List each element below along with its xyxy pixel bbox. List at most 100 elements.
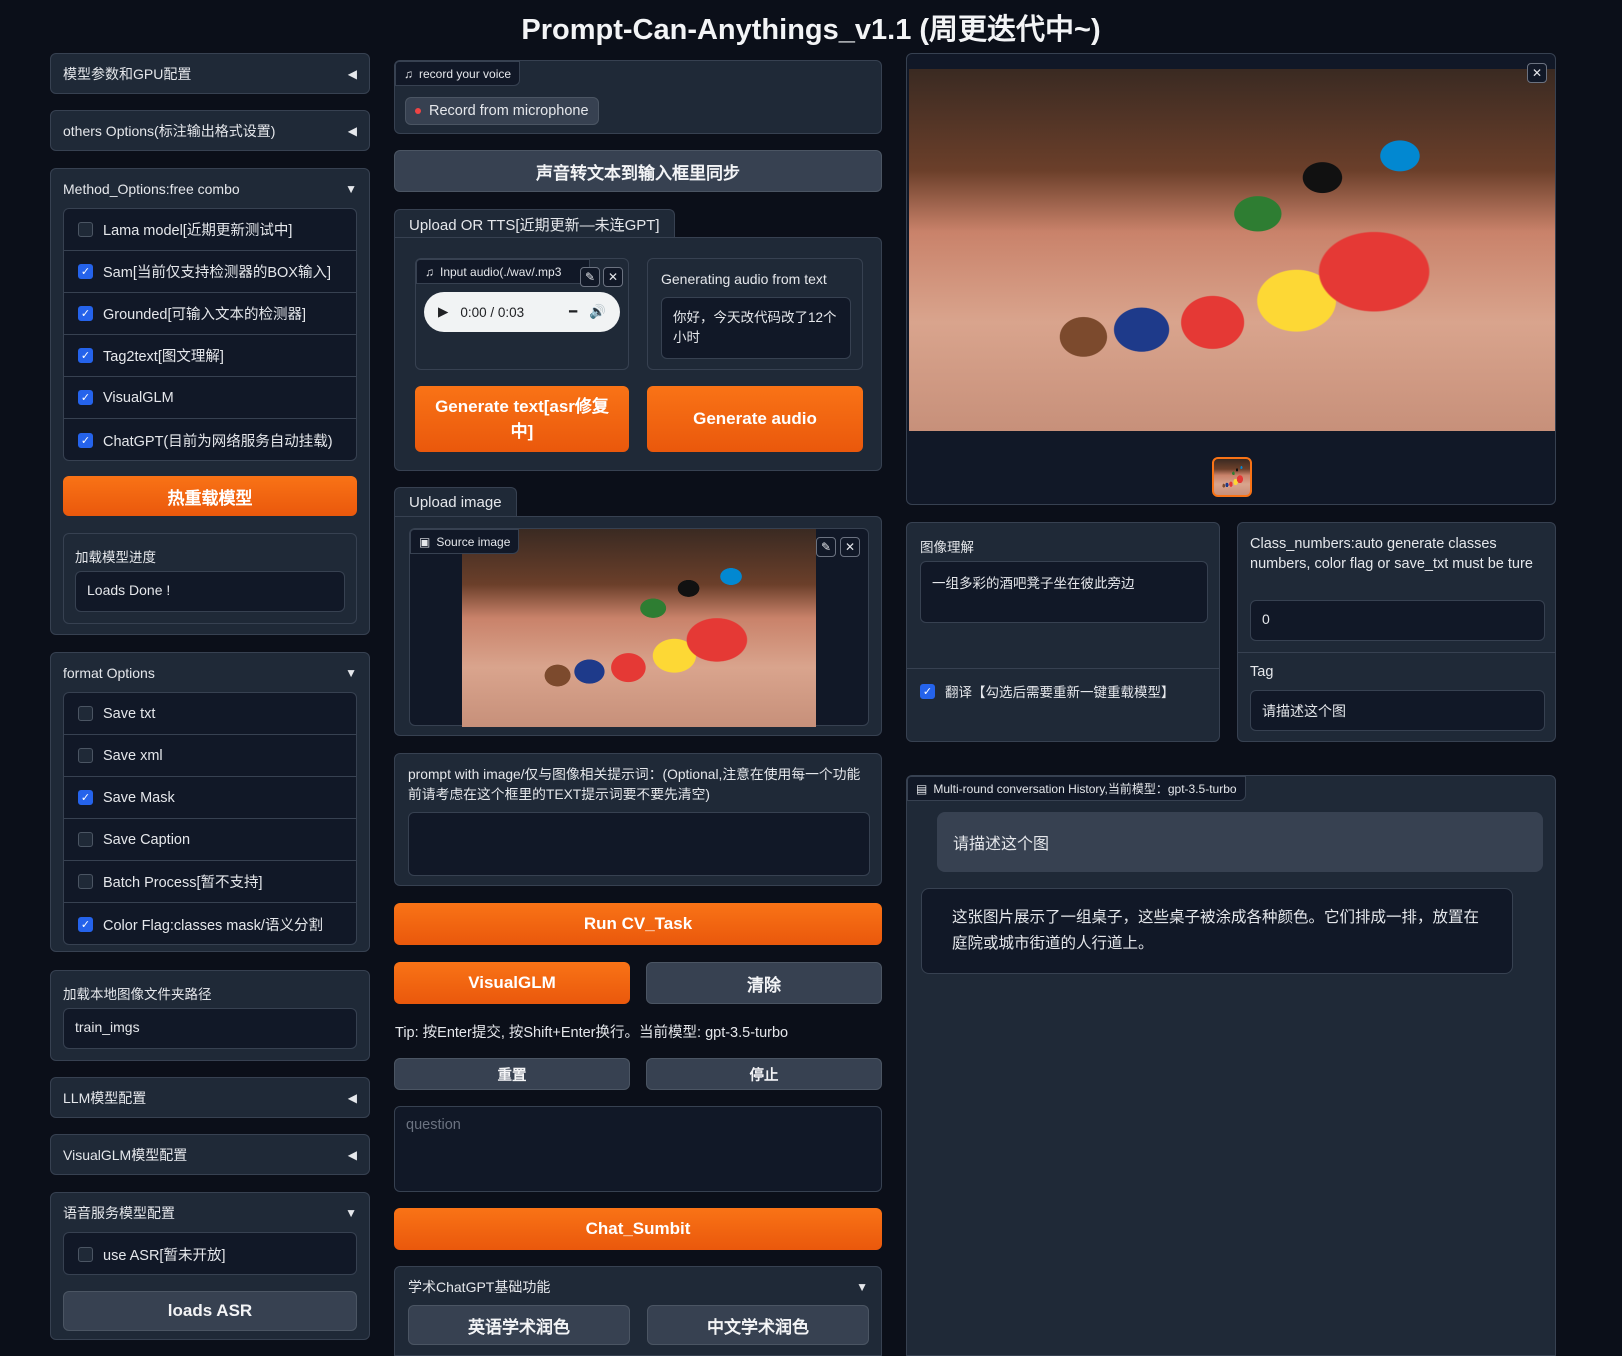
accordion-llm-config[interactable]: LLM模型配置 ◀ <box>50 1077 370 1118</box>
understanding-label: 图像理解 <box>920 540 974 555</box>
chinese-polish-button[interactable]: 中文学术润色 <box>647 1305 869 1345</box>
generate-text-button[interactable]: Generate text[asr修复中] <box>415 386 629 452</box>
checkbox-save-caption[interactable]: Save Caption <box>64 819 356 861</box>
checkbox-box[interactable] <box>78 222 93 237</box>
collapsed-triangle-icon: ◀ <box>347 1147 357 1162</box>
checkbox-grounded[interactable]: Grounded[可输入文本的检测器] <box>64 293 356 335</box>
generate-audio-button[interactable]: Generate audio <box>647 386 863 452</box>
checkbox-save-xml[interactable]: Save xml <box>64 735 356 777</box>
checkbox-box-checked[interactable] <box>78 348 93 363</box>
checkbox-box-checked[interactable] <box>78 790 93 805</box>
checkbox-box[interactable] <box>78 706 93 721</box>
record-dot-icon <box>415 108 421 114</box>
upload-image-panel: ▣ Source image ✎ ✕ <box>394 516 882 736</box>
expanded-triangle-icon: ▼ <box>345 1206 357 1220</box>
format-options-panel: format Options ▼ Save txt Save xml Save … <box>50 652 370 952</box>
checkbox-save-mask[interactable]: Save Mask <box>64 777 356 819</box>
play-icon[interactable]: ▶ <box>438 304 448 320</box>
close-icon[interactable]: ✕ <box>840 537 860 557</box>
load-progress-block: 加载模型进度 Loads Done ! <box>63 533 357 624</box>
source-image-chairs <box>462 529 816 727</box>
format-options-header[interactable]: format Options ▼ <box>51 653 369 693</box>
accordion-label: others Options(标注输出格式设置) <box>63 122 276 139</box>
checkbox-tag2text[interactable]: Tag2text[图文理解] <box>64 335 356 377</box>
clear-button[interactable]: 清除 <box>646 962 882 1004</box>
class-numbers-label: Class_numbers:auto generate classes numb… <box>1250 536 1533 573</box>
visualglm-button[interactable]: VisualGLM <box>394 962 630 1004</box>
tab-upload-tts[interactable]: Upload OR TTS[近期更新—未连GPT] <box>394 209 675 238</box>
checkbox-chatgpt[interactable]: ChatGPT(目前为网络服务自动挂载) <box>64 419 356 461</box>
checkbox-translate[interactable]: 翻译【勾选后需要重新一键重载模型】 <box>920 681 1175 701</box>
accordion-others-options[interactable]: others Options(标注输出格式设置) ◀ <box>50 110 370 151</box>
academic-header[interactable]: 学术ChatGPT基础功能 ▼ <box>395 1267 881 1307</box>
gallery-thumbnail[interactable] <box>1212 457 1252 497</box>
hot-reload-button[interactable]: 热重载模型 <box>63 476 357 516</box>
checkbox-box-checked[interactable] <box>920 683 935 699</box>
chat-message-user: 请描述这个图 <box>937 812 1543 872</box>
tip-text: Tip: 按Enter提交, 按Shift+Enter换行。当前模型: gpt-… <box>395 1025 789 1041</box>
chat-submit-button[interactable]: Chat_Sumbit <box>394 1208 882 1250</box>
accordion-label: 语音服务模型配置 <box>63 1205 175 1221</box>
stop-button[interactable]: 停止 <box>646 1058 882 1090</box>
edit-icon[interactable]: ✎ <box>580 267 600 287</box>
checkbox-save-txt[interactable]: Save txt <box>64 693 356 735</box>
checkbox-sam[interactable]: Sam[当前仅支持检测器的BOX输入] <box>64 251 356 293</box>
volume-icon[interactable]: 🔊 <box>589 304 606 320</box>
expanded-triangle-icon: ▼ <box>345 666 357 680</box>
question-input[interactable]: question <box>394 1106 882 1192</box>
progress-value: Loads Done ! <box>75 571 345 612</box>
checkbox-box[interactable] <box>78 874 93 889</box>
audio-player[interactable]: ▶ 0:00 / 0:03 ━ 🔊 <box>424 292 620 332</box>
edit-icon[interactable]: ✎ <box>816 537 836 557</box>
page-title: Prompt-Can-Anythings_v1.1 (周更迭代中~) <box>521 14 1101 46</box>
checkbox-box-checked[interactable] <box>78 916 93 932</box>
method-options-header[interactable]: Method_Options:free combo ▼ <box>51 169 369 209</box>
checkbox-box[interactable] <box>78 748 93 763</box>
tts-label: Generating audio from text <box>661 271 827 287</box>
folder-path-input[interactable]: train_imgs <box>63 1008 357 1049</box>
checkbox-box[interactable] <box>78 1246 93 1262</box>
history-tag: ▤ Multi-round conversation History,当前模型：… <box>907 776 1246 801</box>
checkbox-batch-process[interactable]: Batch Process[暂不支持] <box>64 861 356 903</box>
understanding-output: 一组多彩的酒吧凳子坐在彼此旁边 <box>920 561 1208 623</box>
conversation-history-panel: ▤ Multi-round conversation History,当前模型：… <box>906 775 1556 1356</box>
checkbox-box-checked[interactable] <box>78 432 93 448</box>
checkbox-box[interactable] <box>78 832 93 847</box>
image-understanding-block: 图像理解 一组多彩的酒吧凳子坐在彼此旁边 翻译【勾选后需要重新一键重载模型】 <box>906 522 1220 742</box>
english-polish-button[interactable]: 英语学术润色 <box>408 1305 630 1345</box>
tts-text-input[interactable]: 你好，今天改代码改了12个小时 <box>661 297 851 359</box>
close-icon[interactable]: ✕ <box>1527 63 1547 83</box>
checkbox-visualglm[interactable]: VisualGLM <box>64 377 356 419</box>
chat-icon: ▤ <box>916 781 928 796</box>
accordion-gpu-config[interactable]: 模型参数和GPU配置 ◀ <box>50 53 370 94</box>
expanded-triangle-icon: ▼ <box>856 1280 868 1294</box>
close-icon[interactable]: ✕ <box>603 267 623 287</box>
checkbox-box-checked[interactable] <box>78 306 93 321</box>
academic-panel: 学术ChatGPT基础功能 ▼ 英语学术润色 中文学术润色 <box>394 1266 882 1356</box>
prompt-input[interactable] <box>408 812 870 876</box>
class-numbers-input[interactable]: 0 <box>1250 600 1545 641</box>
class-tag-block: Class_numbers:auto generate classes numb… <box>1237 522 1556 742</box>
checkbox-box-checked[interactable] <box>78 264 93 279</box>
source-image-block: ▣ Source image ✎ ✕ <box>409 528 869 727</box>
checkbox-lama[interactable]: Lama model[近期更新测试中] <box>64 209 356 251</box>
speech-service-panel: 语音服务模型配置 ▼ use ASR[暂未开放] loads ASR <box>50 1192 370 1340</box>
reset-button[interactable]: 重置 <box>394 1058 630 1090</box>
checkbox-box-checked[interactable] <box>78 390 93 405</box>
progress-dash-icon[interactable]: ━ <box>569 304 577 320</box>
tab-upload-image[interactable]: Upload image <box>394 487 517 517</box>
accordion-label: format Options <box>63 665 155 681</box>
tag-input[interactable]: 请描述这个图 <box>1250 690 1545 731</box>
accordion-visualglm-config[interactable]: VisualGLM模型配置 ◀ <box>50 1134 370 1175</box>
speech-service-header[interactable]: 语音服务模型配置 ▼ <box>51 1193 369 1233</box>
checkbox-use-asr[interactable]: use ASR[暂未开放] <box>64 1233 356 1275</box>
voice-to-text-sync-button[interactable]: 声音转文本到输入框里同步 <box>394 150 882 192</box>
output-image-panel: ✕ <box>906 53 1556 505</box>
accordion-label: VisualGLM模型配置 <box>63 1146 188 1163</box>
collapsed-triangle-icon: ◀ <box>347 1090 357 1105</box>
accordion-label: Method_Options:free combo <box>63 181 240 197</box>
checkbox-color-flag[interactable]: Color Flag:classes mask/语义分割 <box>64 903 356 945</box>
load-asr-button[interactable]: loads ASR <box>63 1291 357 1331</box>
record-microphone-button[interactable]: Record from microphone <box>405 97 599 125</box>
run-cv-task-button[interactable]: Run CV_Task <box>394 903 882 945</box>
